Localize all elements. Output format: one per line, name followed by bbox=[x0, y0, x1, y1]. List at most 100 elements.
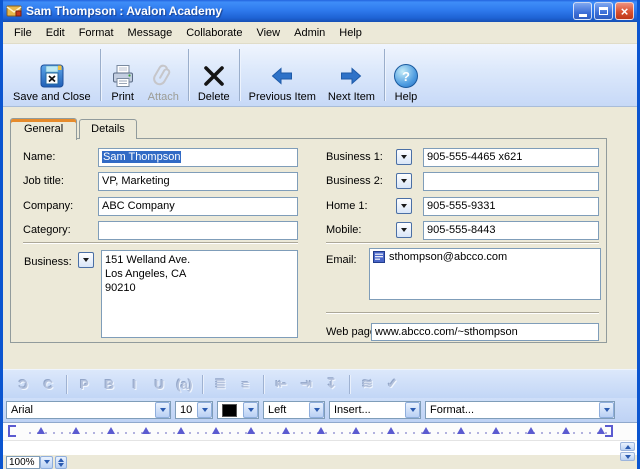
ruler-tabstop bbox=[387, 427, 395, 434]
zoom-dropdown-button[interactable] bbox=[40, 456, 53, 469]
ruler-tabstop bbox=[457, 427, 465, 434]
menu-message[interactable]: Message bbox=[121, 25, 180, 41]
business2-field[interactable] bbox=[423, 172, 599, 191]
menu-file[interactable]: File bbox=[7, 25, 39, 41]
business1-dropdown-button[interactable] bbox=[396, 149, 412, 165]
bullet-list-icon: ≣ bbox=[208, 376, 233, 392]
category-field[interactable] bbox=[98, 221, 298, 240]
email-item-icon bbox=[373, 251, 385, 263]
menu-admin[interactable]: Admin bbox=[287, 25, 332, 41]
text-color-icon: ↧ bbox=[319, 376, 344, 392]
ruler-left-margin-marker bbox=[8, 425, 16, 437]
insert-value: Insert... bbox=[334, 404, 371, 416]
maximize-icon bbox=[599, 7, 608, 15]
mobile-dropdown-button[interactable] bbox=[396, 222, 412, 238]
toolbar-separator bbox=[202, 375, 203, 394]
font-size-select[interactable]: 10 bbox=[175, 401, 213, 419]
mini-scrollbar bbox=[620, 442, 635, 461]
tab-general[interactable]: General bbox=[10, 118, 77, 140]
business1-field[interactable]: 905-555-4465 x621 bbox=[423, 148, 599, 167]
next-item-button[interactable]: Next Item bbox=[322, 47, 381, 105]
save-and-close-button[interactable]: Save and Close bbox=[7, 47, 97, 105]
alignment-select[interactable]: Left bbox=[263, 401, 325, 419]
format-select[interactable]: Format... bbox=[425, 401, 615, 419]
alignment-value: Left bbox=[268, 404, 286, 416]
format-value: Format... bbox=[430, 404, 474, 416]
font-size-value: 10 bbox=[180, 404, 192, 416]
separator bbox=[326, 312, 599, 314]
business-address-label: Business: bbox=[24, 256, 72, 268]
scroll-up-button[interactable] bbox=[620, 442, 635, 451]
indent-increase-icon: ⇥ bbox=[294, 376, 319, 392]
attach-button[interactable]: Attach bbox=[142, 47, 185, 105]
ruler-tabstop bbox=[317, 427, 325, 434]
email-list[interactable]: sthompson@abcco.com bbox=[369, 248, 601, 300]
web-page-field[interactable]: www.abcco.com/~sthompson bbox=[371, 323, 599, 341]
delete-button[interactable]: Delete bbox=[192, 47, 236, 105]
toolbar-separator bbox=[100, 49, 101, 101]
chevron-down-icon bbox=[405, 402, 420, 418]
maximize-button[interactable] bbox=[594, 2, 613, 20]
window-controls: × bbox=[573, 2, 634, 20]
business2-dropdown-button[interactable] bbox=[396, 173, 412, 189]
ruler-tabstop bbox=[492, 427, 500, 434]
email-label: Email: bbox=[326, 254, 357, 266]
toolbar-separator bbox=[263, 375, 264, 394]
separator bbox=[23, 242, 298, 244]
insert-select[interactable]: Insert... bbox=[329, 401, 421, 419]
italic-icon: I bbox=[122, 377, 147, 392]
company-field[interactable]: ABC Company bbox=[98, 197, 298, 216]
previous-item-button[interactable]: Previous Item bbox=[243, 47, 322, 105]
name-field[interactable]: Sam Thompson bbox=[98, 148, 298, 167]
font-effects-icon: (a) bbox=[172, 377, 197, 392]
business1-label: Business 1: bbox=[326, 151, 383, 163]
help-icon: ? bbox=[394, 61, 418, 91]
home1-field[interactable]: 905-555-9331 bbox=[423, 197, 599, 216]
print-button[interactable]: Print bbox=[104, 47, 142, 105]
save-and-close-label: Save and Close bbox=[13, 91, 91, 103]
main-toolbar: Save and Close Print A bbox=[3, 44, 637, 107]
mobile-field[interactable]: 905-555-8443 bbox=[423, 221, 599, 240]
selected-text: Sam Thompson bbox=[102, 151, 181, 163]
indent-decrease-icon: ⇤ bbox=[269, 376, 294, 392]
delete-x-icon bbox=[202, 61, 226, 91]
save-and-close-icon bbox=[39, 61, 65, 91]
scroll-down-button[interactable] bbox=[620, 452, 635, 461]
business-address-field[interactable]: 151 Welland Ave. Los Angeles, CA 90210 bbox=[101, 250, 298, 338]
ruler-tabstop bbox=[177, 427, 185, 434]
print-label: Print bbox=[111, 91, 134, 103]
tab-details[interactable]: Details bbox=[79, 119, 137, 139]
contact-form-panel: Name: Sam Thompson Job title: VP, Market… bbox=[10, 138, 607, 343]
underline-icon: U bbox=[147, 377, 172, 392]
plain-style-icon: P bbox=[72, 377, 97, 392]
close-button[interactable]: × bbox=[615, 2, 634, 20]
help-button[interactable]: ? Help bbox=[388, 47, 424, 105]
message-body-area[interactable] bbox=[3, 440, 637, 454]
ruler-tabstop bbox=[247, 427, 255, 434]
business2-label: Business 2: bbox=[326, 175, 383, 187]
font-family-select[interactable]: Arial bbox=[6, 401, 171, 419]
menu-format[interactable]: Format bbox=[72, 25, 121, 41]
home1-dropdown-button[interactable] bbox=[396, 198, 412, 214]
zoom-level[interactable]: 100% bbox=[6, 456, 40, 469]
ruler-tabstop bbox=[597, 427, 605, 434]
menu-collaborate[interactable]: Collaborate bbox=[179, 25, 249, 41]
job-title-field[interactable]: VP, Marketing bbox=[98, 172, 298, 191]
zoom-spinner[interactable] bbox=[55, 456, 67, 469]
minimize-icon bbox=[579, 14, 587, 17]
ruler-tabstop bbox=[352, 427, 360, 434]
menu-edit[interactable]: Edit bbox=[39, 25, 72, 41]
mobile-label: Mobile: bbox=[326, 224, 361, 236]
email-value: sthompson@abcco.com bbox=[389, 251, 507, 263]
minimize-button[interactable] bbox=[573, 2, 592, 20]
font-color-select[interactable] bbox=[217, 401, 259, 419]
company-label: Company: bbox=[23, 200, 73, 212]
ruler-tabstop bbox=[212, 427, 220, 434]
toolbar-separator bbox=[349, 375, 350, 394]
business-address-dropdown-button[interactable] bbox=[78, 252, 94, 268]
menu-help[interactable]: Help bbox=[332, 25, 369, 41]
chevron-down-icon bbox=[309, 402, 324, 418]
menu-view[interactable]: View bbox=[249, 25, 287, 41]
paperclip-icon bbox=[150, 61, 176, 91]
toolbar-separator bbox=[384, 49, 385, 101]
